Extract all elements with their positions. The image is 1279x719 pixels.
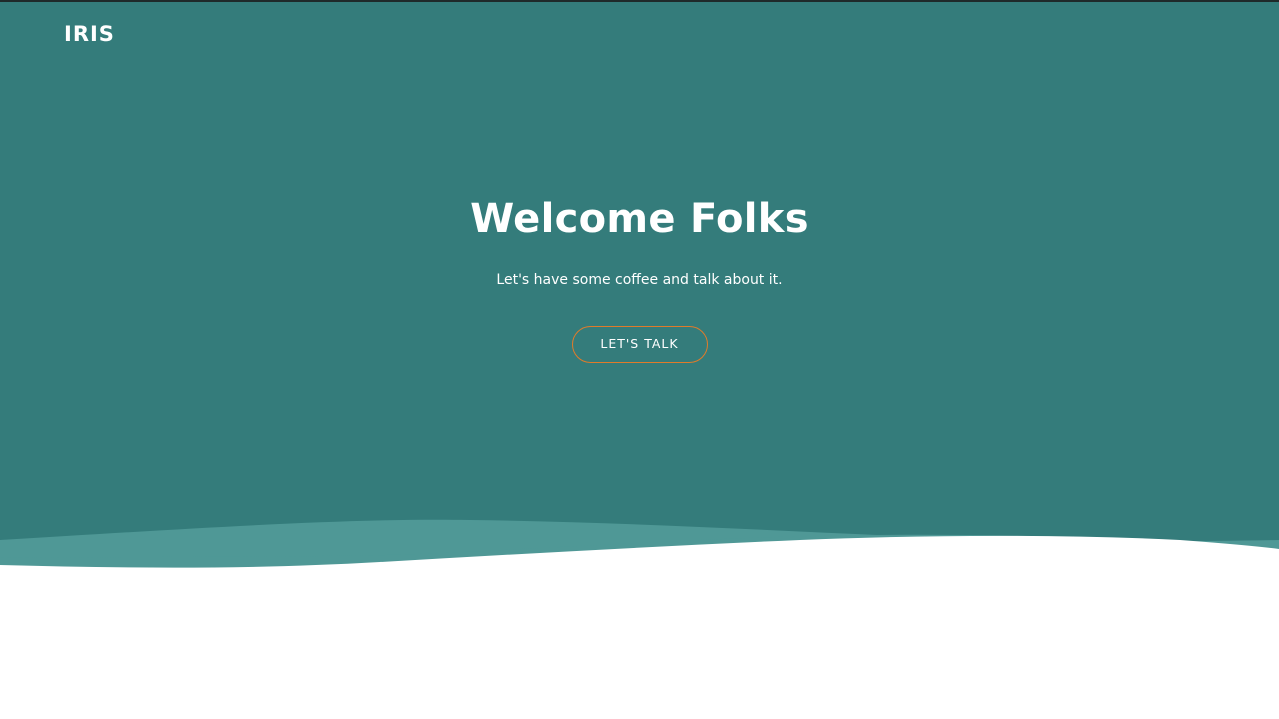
lets-talk-button[interactable]: LET'S TALK — [571, 326, 708, 363]
landing-page: IRIS Welcome Folks Let's have some coffe… — [0, 0, 1279, 719]
hero-subtitle: Let's have some coffee and talk about it… — [496, 272, 783, 288]
hero-content: Welcome Folks Let's have some coffee and… — [0, 196, 1279, 363]
hero-title: Welcome Folks — [470, 196, 809, 242]
hero-section: IRIS Welcome Folks Let's have some coffe… — [0, 0, 1279, 580]
site-logo[interactable]: IRIS — [64, 22, 115, 46]
hero-wave-divider — [0, 500, 1279, 600]
